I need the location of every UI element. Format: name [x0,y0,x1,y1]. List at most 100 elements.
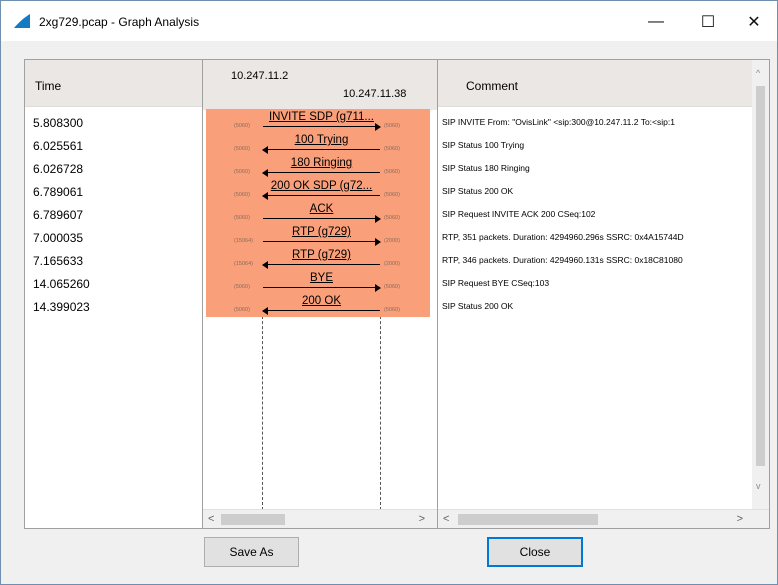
scroll-thumb[interactable] [221,514,285,525]
time-row[interactable]: 7.165633 [33,254,90,277]
scroll-right-icon[interactable]: > [419,513,425,525]
dest-port-label: (2000) [384,238,400,244]
source-port-label: (15064) [234,261,253,267]
dest-port-label: (5060) [384,215,400,221]
graph-header: 10.247.11.2 10.247.11.38 [203,60,439,110]
flow-message-label: 200 OK SDP (g72... [270,180,373,192]
time-row[interactable]: 6.789061 [33,185,90,208]
flow-message[interactable]: BYE [263,272,381,295]
flow-arrow-line [263,172,380,173]
source-port-label: (5060) [234,146,250,152]
comment-row[interactable]: SIP INVITE From: "OvisLink" <sip:300@10.… [442,116,684,139]
time-header-label: Time [35,79,62,93]
time-row[interactable]: 6.789607 [33,208,90,231]
dest-port-label: (5060) [384,146,400,152]
flow-message-label: RTP (g729) [291,249,352,261]
save-as-label: Save As [229,545,274,559]
flow-arrow-line [263,264,380,265]
dest-port-label: (2000) [384,261,400,267]
arrow-right-icon [375,238,381,246]
flow-message[interactable]: ACK [263,203,381,226]
comment-row[interactable]: SIP Status 100 Trying [442,139,684,162]
arrow-left-icon [262,146,268,154]
flow-message[interactable]: INVITE SDP (g711... [263,111,381,134]
dest-port-label: (5060) [384,169,400,175]
time-panel[interactable]: Time 5.808300 6.025561 6.026728 6.789061… [24,59,203,529]
arrow-left-icon [262,261,268,269]
comment-row[interactable]: SIP Request BYE CSeq:103 [442,277,684,300]
flow-graph-area: INVITE SDP (g711... (5060) (5060) 100 Tryin… [206,109,430,317]
arrow-left-icon [262,169,268,177]
scroll-left-icon[interactable]: < [208,513,214,525]
arrow-left-icon [262,307,268,315]
save-as-button[interactable]: Save As [204,537,299,567]
flow-arrow-line [263,149,380,150]
comment-horizontal-scrollbar[interactable]: < > [438,509,769,528]
wireshark-fin-icon [14,14,30,28]
flow-message-label: 180 Ringing [290,157,353,169]
graph-horizontal-scrollbar[interactable]: < > [203,509,439,528]
host-a-label: 10.247.11.2 [231,70,289,82]
arrow-right-icon [375,215,381,223]
flow-message-label: INVITE SDP (g711... [268,111,375,123]
time-list: 5.808300 6.025561 6.026728 6.789061 6.78… [33,116,90,323]
dest-port-label: (5060) [384,307,400,313]
minimize-button[interactable]: — [633,7,679,37]
flow-message-label: ACK [309,203,334,215]
time-row[interactable]: 14.399023 [33,300,90,323]
source-port-label: (5060) [234,215,250,221]
close-window-button[interactable]: ✕ [731,7,777,37]
dest-port-label: (5060) [384,284,400,290]
source-port-label: (5060) [234,169,250,175]
graph-panel[interactable]: 10.247.11.2 10.247.11.38 INVITE SDP (g71… [202,59,440,529]
comment-row[interactable]: SIP Request INVITE ACK 200 CSeq:102 [442,208,684,231]
flow-message-label: RTP (g729) [291,226,352,238]
scroll-right-icon[interactable]: > [737,513,743,525]
flow-arrow-line [263,310,380,311]
flow-message-label: 200 OK [302,295,341,307]
source-port-label: (5060) [234,192,250,198]
comment-vertical-scrollbar[interactable]: ^ v [752,60,769,509]
arrow-left-icon [262,192,268,200]
close-label: Close [519,545,551,559]
scroll-up-icon[interactable]: ^ [756,68,760,78]
comment-header-label: Comment [466,79,519,93]
source-port-label: (5060) [234,123,250,129]
close-button[interactable]: Close [487,537,583,567]
dest-port-label: (5060) [384,192,400,198]
source-port-label: (5060) [234,284,250,290]
time-row[interactable]: 6.026728 [33,162,90,185]
comment-panel[interactable]: Comment SIP INVITE From: "OvisLink" <sip… [437,59,770,529]
flow-message[interactable]: 100 Trying [262,134,380,157]
time-row[interactable]: 5.808300 [33,116,90,139]
source-port-label: (5060) [234,307,250,313]
flow-message[interactable]: RTP (g729) [262,249,380,272]
scroll-thumb[interactable] [458,514,598,525]
scroll-left-icon[interactable]: < [443,513,449,525]
scroll-thumb[interactable] [756,86,765,466]
arrow-right-icon [375,284,381,292]
flow-message[interactable]: 180 Ringing [262,157,380,180]
comment-row[interactable]: RTP, 351 packets. Duration: 4294960.296s… [442,231,684,254]
flow-message[interactable]: RTP (g729) [263,226,381,249]
scroll-down-icon[interactable]: v [756,481,761,491]
flow-message[interactable]: 200 OK SDP (g72... [262,180,380,203]
flow-message-label: 100 Trying [294,134,349,146]
arrow-right-icon [375,123,381,131]
comment-row[interactable]: RTP, 346 packets. Duration: 4294960.131s… [442,254,684,277]
comment-row[interactable]: SIP Status 200 OK [442,185,684,208]
flow-arrow-line [263,287,380,288]
time-row[interactable]: 14.065260 [33,277,90,300]
flow-message[interactable]: 200 OK [262,295,380,318]
time-row[interactable]: 7.000035 [33,231,90,254]
host-b-label: 10.247.11.38 [343,88,407,100]
source-port-label: (15064) [234,238,253,244]
comment-row[interactable]: SIP Status 200 OK [442,300,684,323]
client-area: Time 5.808300 6.025561 6.026728 6.789061… [9,49,770,529]
maximize-button[interactable]: ☐ [685,7,731,37]
time-row[interactable]: 6.025561 [33,139,90,162]
flow-arrow-line [263,195,380,196]
window-title: 2xg729.pcap - Graph Analysis [39,15,200,29]
comment-row[interactable]: SIP Status 180 Ringing [442,162,684,185]
dest-port-label: (5060) [384,123,400,129]
